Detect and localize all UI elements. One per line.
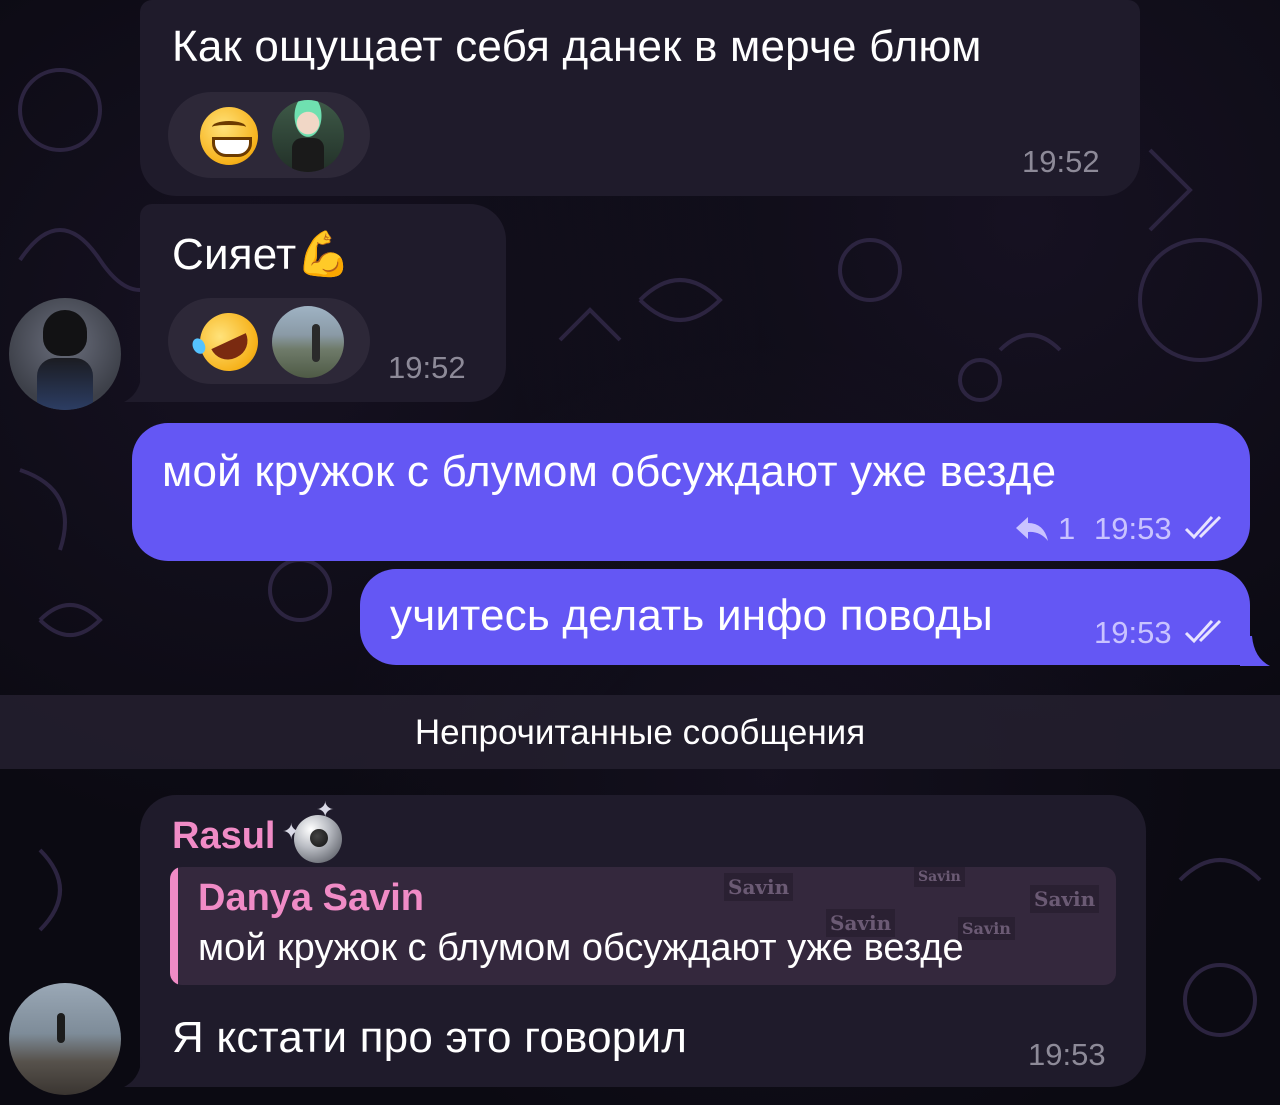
message-time: 19:52 [388, 350, 466, 385]
bubble-tail [1240, 636, 1270, 666]
message-time: 19:53 [1094, 615, 1172, 650]
incoming-message-1[interactable]: Как ощущает себя данек в мерче блюм 19:5… [140, 0, 1140, 196]
read-checkmarks-icon [1184, 515, 1222, 540]
message-text: Я кстати про это говорил [172, 1013, 688, 1062]
incoming-message-2[interactable]: Сияет💪 19:52 [140, 204, 506, 402]
quote-accent-bar [170, 867, 178, 985]
quote-watermark: Savin [914, 867, 965, 887]
quote-watermark: Savin [724, 873, 794, 901]
premium-status-icon [294, 815, 342, 863]
bubble-tail [124, 1057, 154, 1087]
reaction-pill[interactable] [168, 92, 370, 178]
reply-count[interactable]: 1 [1058, 511, 1075, 547]
message-time: 19:53 [1094, 511, 1172, 546]
unread-messages-divider: Непрочитанные сообщения [0, 695, 1280, 769]
reply-quote[interactable]: Savin Savin Savin Savin Savin Danya Savi… [170, 867, 1116, 985]
quote-author: Danya Savin [198, 877, 424, 919]
unread-divider-label: Непрочитанные сообщения [414, 713, 866, 752]
outgoing-message-2[interactable]: учитесь делать инфо поводы 19:53 [360, 569, 1250, 665]
message-time: 19:52 [1022, 144, 1100, 179]
message-time: 19:53 [1028, 1037, 1106, 1072]
message-text: Сияет💪 [172, 230, 352, 279]
reply-arrow-icon [1016, 517, 1048, 541]
grinning-face-emoji-icon [200, 107, 258, 165]
bubble-tail [124, 372, 154, 402]
read-checkmarks-icon [1184, 619, 1222, 644]
message-text: учитесь делать инфо поводы [390, 591, 993, 640]
reactor-avatar [272, 100, 344, 172]
rolling-laughing-emoji-icon [190, 303, 268, 381]
message-text: мой кружок с блумом обсуждают уже везде [162, 447, 1057, 496]
quote-text: мой кружок с блумом обсуждают уже везде [198, 927, 964, 969]
message-text: Как ощущает себя данек в мерче блюм [172, 22, 982, 71]
quote-watermark: Savin [958, 917, 1015, 940]
sender-avatar[interactable] [9, 983, 121, 1095]
reaction-pill[interactable] [168, 298, 370, 384]
outgoing-message-1[interactable]: мой кружок с блумом обсуждают уже везде … [132, 423, 1250, 561]
incoming-reply-message[interactable]: Rasul ✦ ✦ Savin Savin Savin Savin Savin … [140, 795, 1146, 1087]
quote-watermark: Savin [1030, 885, 1100, 913]
sender-name[interactable]: Rasul [172, 815, 275, 858]
reactor-avatar [272, 306, 344, 378]
sender-avatar[interactable] [9, 298, 121, 410]
